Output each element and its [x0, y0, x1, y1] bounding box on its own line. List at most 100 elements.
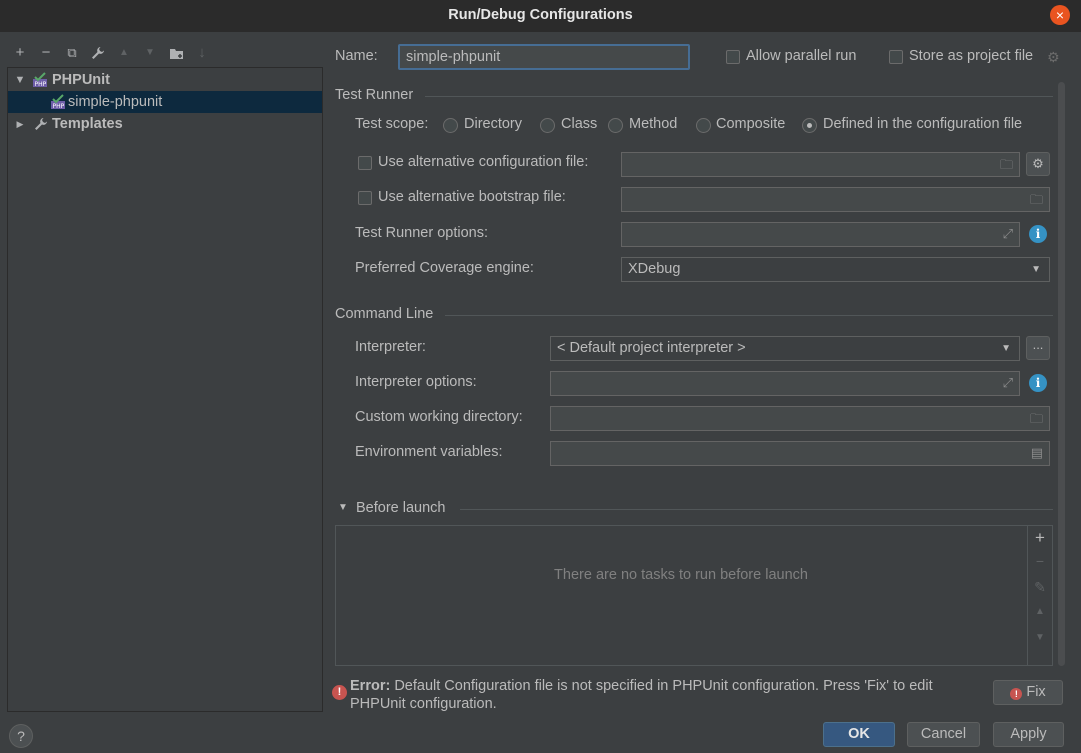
- chevron-right-icon[interactable]: ▶: [14, 113, 26, 135]
- add-icon[interactable]: +: [11, 44, 29, 62]
- tree-item-simple-phpunit[interactable]: PHP simple-phpunit: [8, 91, 322, 113]
- alt-config-field[interactable]: 🗀: [621, 152, 1020, 177]
- svg-text:PHP: PHP: [53, 103, 65, 110]
- settings-button[interactable]: ⚙: [1026, 152, 1050, 176]
- allow-parallel-checkbox[interactable]: [726, 50, 740, 64]
- info-icon[interactable]: i: [1029, 374, 1047, 392]
- scope-composite-radio[interactable]: [696, 118, 711, 133]
- section-divider: [460, 509, 1053, 510]
- chevron-down-icon[interactable]: ▼: [14, 69, 26, 91]
- alt-config-label[interactable]: Use alternative configuration file:: [378, 154, 588, 170]
- name-input[interactable]: simple-phpunit: [398, 44, 690, 70]
- interpreter-value: < Default project interpreter >: [557, 340, 746, 356]
- runner-options-field[interactable]: ⤢: [621, 222, 1020, 247]
- interpreter-browse-button[interactable]: ...: [1026, 336, 1050, 360]
- alt-bootstrap-label[interactable]: Use alternative bootstrap file:: [378, 189, 566, 205]
- runner-options-label: Test Runner options:: [355, 225, 488, 241]
- error-message: Error: Default Configuration file is not…: [350, 677, 980, 713]
- expand-icon[interactable]: ⤢: [1003, 226, 1013, 242]
- interpreter-options-field[interactable]: ⤢: [550, 371, 1020, 396]
- cancel-button[interactable]: Cancel: [907, 722, 980, 747]
- interpreter-options-label: Interpreter options:: [355, 374, 477, 390]
- tree-item-label: Templates: [52, 116, 123, 132]
- document-icon[interactable]: ▤: [1031, 445, 1043, 461]
- before-launch-list[interactable]: [335, 525, 1053, 666]
- name-label: Name:: [335, 48, 378, 64]
- tree-item-label: simple-phpunit: [68, 94, 163, 110]
- scope-composite-label[interactable]: Composite: [716, 116, 785, 132]
- working-directory-label: Custom working directory:: [355, 409, 523, 425]
- new-folder-icon[interactable]: [167, 44, 185, 62]
- window-title: Run/Debug Configurations: [448, 7, 633, 23]
- error-icon: !: [332, 685, 347, 700]
- scope-method-radio[interactable]: [608, 118, 623, 133]
- command-line-section-title: Command Line: [335, 306, 434, 322]
- chevron-down-icon: ▼: [1031, 264, 1041, 275]
- gear-icon[interactable]: ⚙: [1047, 49, 1060, 66]
- close-icon[interactable]: ×: [1050, 5, 1070, 25]
- ok-button[interactable]: OK: [823, 722, 895, 747]
- allow-parallel-label[interactable]: Allow parallel run: [746, 48, 856, 64]
- folder-icon[interactable]: 🗀: [1000, 156, 1013, 178]
- phpunit-icon: PHP: [32, 72, 48, 88]
- fix-button[interactable]: ! Fix: [993, 680, 1063, 705]
- move-up-icon[interactable]: ▲: [115, 44, 133, 62]
- gear-icon: ⚙: [1032, 156, 1044, 171]
- test-scope-label: Test scope:: [355, 116, 429, 132]
- chevron-down-icon: ▼: [1001, 343, 1011, 354]
- sort-icon[interactable]: ↓: [193, 44, 211, 62]
- scope-method-label[interactable]: Method: [629, 116, 677, 132]
- wrench-icon[interactable]: [89, 44, 107, 62]
- scope-directory-radio[interactable]: [443, 118, 458, 133]
- alt-bootstrap-checkbox[interactable]: [358, 191, 372, 205]
- interpreter-label: Interpreter:: [355, 339, 426, 355]
- move-down-icon[interactable]: ▼: [1031, 632, 1049, 643]
- tree-item-templates[interactable]: ▶ Templates: [8, 113, 322, 135]
- wrench-icon: [34, 116, 50, 132]
- edit-icon[interactable]: ✎: [1031, 579, 1049, 596]
- scope-class-radio[interactable]: [540, 118, 555, 133]
- test-runner-section-title: Test Runner: [335, 87, 414, 103]
- scope-config-file-label[interactable]: Defined in the configuration file: [823, 116, 1022, 132]
- scope-config-file-radio[interactable]: [802, 118, 817, 133]
- chevron-down-icon[interactable]: ▼: [338, 502, 348, 513]
- svg-text:PHP: PHP: [35, 81, 47, 88]
- error-text: Default Configuration file is not specif…: [350, 678, 933, 712]
- section-divider: [445, 315, 1053, 316]
- scope-class-label[interactable]: Class: [561, 116, 597, 132]
- info-icon[interactable]: i: [1029, 225, 1047, 243]
- store-project-label[interactable]: Store as project file: [909, 48, 1033, 64]
- environment-variables-label: Environment variables:: [355, 444, 503, 460]
- move-up-icon[interactable]: ▲: [1031, 606, 1049, 617]
- remove-icon[interactable]: −: [1031, 553, 1049, 569]
- move-down-icon[interactable]: ▼: [141, 44, 159, 62]
- scope-directory-label[interactable]: Directory: [464, 116, 522, 132]
- folder-icon[interactable]: 🗀: [1030, 191, 1043, 213]
- section-divider: [425, 96, 1053, 97]
- configuration-tree[interactable]: ▼ PHP PHPUnit PHP simple-phpunit ▶ Templ…: [7, 67, 323, 712]
- fix-label: Fix: [1026, 684, 1046, 700]
- coverage-engine-select[interactable]: XDebug ▼: [621, 257, 1050, 282]
- before-launch-empty-text: There are no tasks to run before launch: [554, 567, 808, 583]
- expand-icon[interactable]: ⤢: [1003, 375, 1013, 391]
- interpreter-select[interactable]: < Default project interpreter > ▼: [550, 336, 1020, 361]
- error-icon: !: [1010, 688, 1023, 700]
- alt-config-checkbox[interactable]: [358, 156, 372, 170]
- phpunit-config-icon: PHP: [50, 94, 66, 110]
- tree-item-label: PHPUnit: [52, 72, 110, 88]
- add-icon[interactable]: +: [1031, 528, 1049, 548]
- remove-icon[interactable]: −: [37, 44, 55, 62]
- tree-item-phpunit[interactable]: ▼ PHP PHPUnit: [8, 69, 322, 91]
- help-button[interactable]: ?: [9, 724, 33, 748]
- scrollbar-thumb[interactable]: [1058, 82, 1065, 666]
- copy-icon[interactable]: ⧉: [63, 44, 81, 62]
- folder-icon[interactable]: 🗀: [1030, 410, 1043, 432]
- coverage-engine-value: XDebug: [628, 261, 681, 277]
- coverage-engine-label: Preferred Coverage engine:: [355, 260, 534, 276]
- apply-button[interactable]: Apply: [993, 722, 1064, 747]
- working-directory-field[interactable]: 🗀: [550, 406, 1050, 431]
- alt-bootstrap-field[interactable]: 🗀: [621, 187, 1050, 212]
- store-project-checkbox[interactable]: [889, 50, 903, 64]
- environment-variables-field[interactable]: ▤: [550, 441, 1050, 466]
- before-launch-section-title[interactable]: Before launch: [356, 500, 445, 516]
